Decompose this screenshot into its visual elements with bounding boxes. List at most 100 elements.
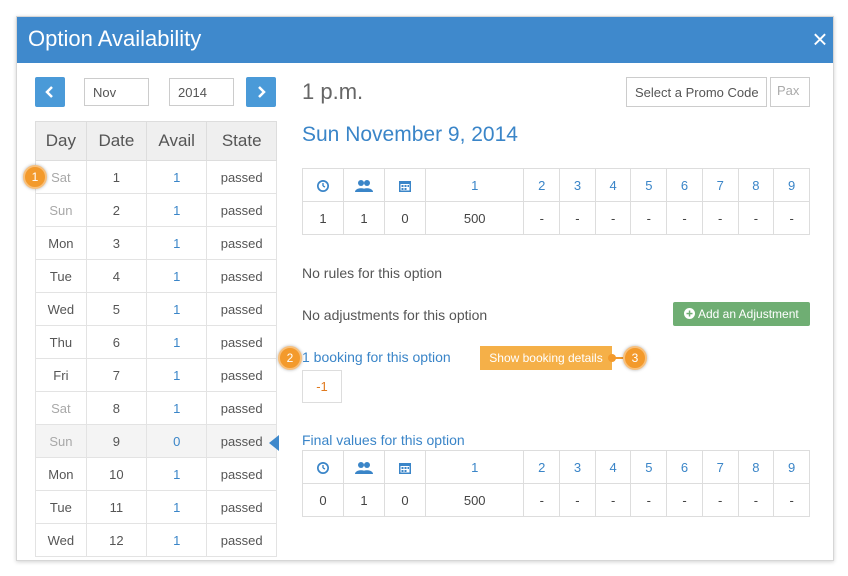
day-row[interactable]: Wed 12 1 passed	[35, 523, 277, 557]
day-date: 6	[85, 325, 148, 359]
booking-adjustment-value: -1	[302, 370, 342, 403]
day-date: 9	[85, 424, 148, 458]
day-date: 5	[85, 292, 148, 326]
month-field[interactable]: Nov	[84, 78, 149, 106]
day-avail[interactable]: 1	[146, 259, 208, 293]
day-row[interactable]: Sat 8 1 passed	[35, 391, 277, 425]
days-table: Day Date Avail State Sat 1 1 passed Sun 2 1 pa…	[35, 121, 277, 557]
day-avail[interactable]: 1	[146, 457, 208, 491]
day-row[interactable]: Tue 4 1 passed	[35, 259, 277, 293]
day-state: passed	[206, 226, 277, 260]
grid-cell: -	[630, 483, 668, 517]
grid-cell: -	[666, 483, 703, 517]
day-avail[interactable]: 1	[146, 391, 208, 425]
day-row[interactable]: Wed 5 1 passed	[35, 292, 277, 326]
grid-col-7: 7	[701, 450, 739, 484]
day-avail[interactable]: 0	[146, 424, 208, 458]
day-state: passed	[206, 292, 277, 326]
day-avail[interactable]: 1	[146, 358, 208, 392]
option-values-table: 1 2 3 4 5 6 7 8 9 1 1 0 500 - - - - - - …	[302, 168, 810, 235]
day-name: Tue	[35, 259, 87, 293]
day-avail[interactable]: 1	[146, 325, 208, 359]
grid-cell: -	[594, 483, 632, 517]
day-avail[interactable]: 1	[146, 193, 208, 227]
no-rules-text: No rules for this option	[302, 265, 443, 281]
day-name: Thu	[35, 325, 87, 359]
chevron-left-icon	[45, 86, 53, 98]
grid-cell: -	[666, 201, 703, 235]
selected-date-title: Sun November 9, 2014	[302, 123, 518, 146]
callout-badge-3: 3	[623, 346, 647, 370]
callout-badge-1: 1	[23, 165, 47, 189]
day-avail[interactable]: 1	[146, 523, 208, 557]
grid-cell: -	[737, 201, 775, 235]
grid-col-9: 9	[773, 168, 810, 202]
day-date: 8	[85, 391, 148, 425]
day-row[interactable]: Thu 6 1 passed	[35, 325, 277, 359]
add-adjustment-button[interactable]: Add an Adjustment	[673, 302, 810, 326]
prev-month-button[interactable]	[35, 77, 65, 107]
day-row[interactable]: Sun 2 1 passed	[35, 193, 277, 227]
promo-code-select[interactable]: Select a Promo Code	[626, 77, 767, 107]
grid-cell: 1	[343, 483, 385, 517]
day-state: passed	[206, 424, 277, 458]
clock-icon	[302, 450, 344, 484]
day-state: passed	[206, 391, 277, 425]
day-avail[interactable]: 1	[146, 490, 208, 524]
grid-cell: -	[559, 201, 596, 235]
day-state: passed	[206, 325, 277, 359]
show-booking-details-button[interactable]: Show booking details	[480, 346, 612, 370]
day-state: passed	[206, 523, 277, 557]
day-state: passed	[206, 358, 277, 392]
grid-cell: -	[773, 201, 810, 235]
day-date: 12	[85, 523, 148, 557]
grid-cell: 1	[343, 201, 385, 235]
day-avail[interactable]: 1	[146, 292, 208, 326]
booking-count-link[interactable]: 1 booking for this option	[302, 349, 451, 365]
day-avail[interactable]: 1	[146, 160, 208, 194]
grid-cell: -	[559, 483, 596, 517]
day-row[interactable]: Fri 7 1 passed	[35, 358, 277, 392]
grid-col-3: 3	[559, 450, 596, 484]
day-date: 10	[85, 457, 148, 491]
grid-col-2: 2	[523, 450, 561, 484]
grid-cell: 0	[384, 483, 426, 517]
year-field[interactable]: 2014	[169, 78, 234, 106]
grid-cell: -	[594, 201, 632, 235]
next-month-button[interactable]	[246, 77, 276, 107]
day-state: passed	[206, 490, 277, 524]
day-name: Tue	[35, 490, 87, 524]
grid-cell: -	[773, 483, 810, 517]
grid-col-9: 9	[773, 450, 810, 484]
close-icon[interactable]: ×	[807, 24, 833, 54]
day-date: 3	[85, 226, 148, 260]
grid-col-4: 4	[594, 168, 632, 202]
day-row[interactable]: Mon 3 1 passed	[35, 226, 277, 260]
day-row[interactable]: Sat 1 1 passed	[35, 160, 277, 194]
grid-cell: -	[523, 201, 561, 235]
day-row[interactable]: Mon 10 1 passed	[35, 457, 277, 491]
day-state: passed	[206, 193, 277, 227]
grid-cell: 0	[384, 201, 426, 235]
calendar-icon	[384, 168, 426, 202]
pax-input[interactable]: Pax	[770, 77, 810, 107]
users-icon	[343, 168, 385, 202]
day-name: Sun	[35, 424, 87, 458]
day-avail[interactable]: 1	[146, 226, 208, 260]
day-row[interactable]: Tue 11 1 passed	[35, 490, 277, 524]
day-name: Sat	[35, 391, 87, 425]
plus-circle-icon	[684, 308, 696, 319]
day-state: passed	[206, 160, 277, 194]
grid-cell: -	[630, 201, 668, 235]
grid-col-1: 1	[424, 450, 525, 484]
grid-cell: 1	[302, 201, 344, 235]
day-date: 4	[85, 259, 148, 293]
add-adjustment-label: Add an Adjustment	[697, 307, 799, 321]
day-row-selected[interactable]: Sun 9 0 passed	[35, 424, 277, 458]
day-state: passed	[206, 457, 277, 491]
grid-col-4: 4	[594, 450, 632, 484]
grid-cell: -	[523, 483, 561, 517]
day-name: Mon	[35, 226, 87, 260]
day-state: passed	[206, 259, 277, 293]
grid-cell: -	[737, 483, 775, 517]
